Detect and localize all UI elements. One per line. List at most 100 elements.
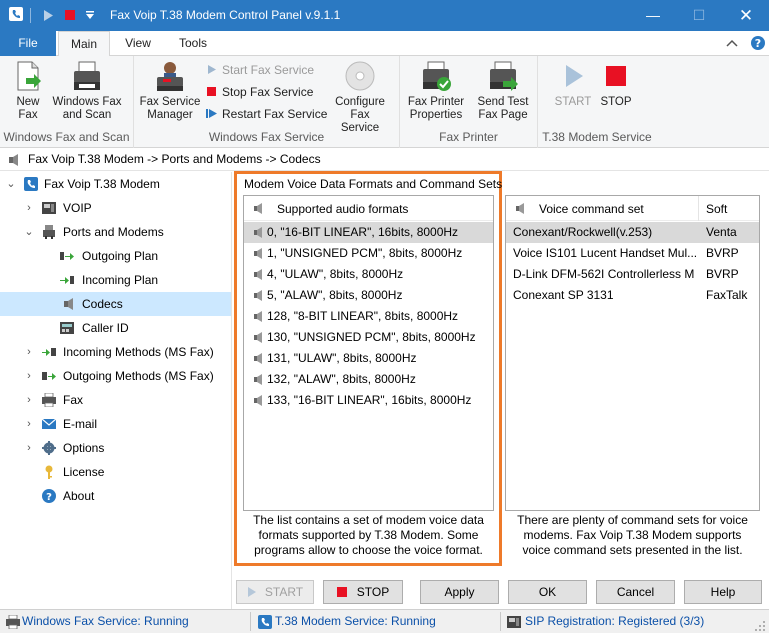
- command-sets-list[interactable]: Voice command set Soft Conexant/Rockwell…: [505, 195, 760, 511]
- help-button[interactable]: Help: [684, 580, 762, 604]
- audio-formats-header[interactable]: Supported audio formats: [244, 196, 493, 221]
- audio-formats-list[interactable]: Supported audio formats 0, "16-BIT LINEA…: [243, 195, 494, 511]
- title-bar: Fax Voip T.38 Modem Control Panel v.9.1.…: [0, 0, 769, 31]
- group-title: Modem Voice Data Formats and Command Set…: [244, 177, 503, 191]
- start-button[interactable]: START: [236, 580, 314, 604]
- tree-item-caller-id[interactable]: Caller ID: [0, 316, 232, 340]
- quick-stop-icon[interactable]: [64, 9, 76, 21]
- help-icon[interactable]: ?: [750, 35, 766, 51]
- command-sets-header[interactable]: Voice command set Soft: [506, 196, 759, 221]
- list-item[interactable]: 128, "8-BIT LINEAR", 8bits, 8000Hz: [244, 306, 493, 327]
- play-icon: [247, 587, 256, 597]
- tree-item-fax[interactable]: › Fax: [0, 388, 232, 412]
- list-item[interactable]: 4, "ULAW", 8bits, 8000Hz: [244, 264, 493, 285]
- windows-fax-scan-button[interactable]: Windows Fax and Scan: [50, 60, 124, 122]
- fax-service-manager-icon: [157, 62, 183, 91]
- quick-access-dropdown-icon[interactable]: [85, 10, 95, 20]
- tree-item-options[interactable]: › Options: [0, 436, 232, 460]
- status-t38-modem[interactable]: T.38 Modem Service: Running: [275, 614, 436, 628]
- incoming-plan-icon: [60, 276, 74, 284]
- navigation-tree: ⌄ Fax Voip T.38 Modem › VOIP ⌄ Ports and…: [0, 172, 232, 609]
- list-item[interactable]: 0, "16-BIT LINEAR", 16bits, 8000Hz: [244, 222, 493, 243]
- tree-item-codecs[interactable]: Codecs: [0, 292, 231, 316]
- tree-item-about[interactable]: ? About: [0, 484, 232, 508]
- play-icon: [208, 65, 216, 74]
- speaker-icon: [516, 203, 524, 214]
- fax-service-manager-label-2: Manager: [147, 109, 193, 121]
- fax-printer-properties-button[interactable]: Fax Printer Properties: [404, 60, 468, 122]
- key-icon: [45, 465, 53, 479]
- collapsed-chevron-icon[interactable]: ›: [24, 388, 34, 412]
- cancel-button[interactable]: Cancel: [596, 580, 675, 604]
- restart-fax-service-button[interactable]: Restart Fax Service: [206, 105, 327, 123]
- tree-item-incoming-plan[interactable]: Incoming Plan: [0, 268, 232, 292]
- collapsed-chevron-icon[interactable]: ›: [24, 340, 34, 364]
- send-test-fax-page-button[interactable]: Send Test Fax Page: [472, 60, 534, 122]
- tree-item-root[interactable]: ⌄ Fax Voip T.38 Modem: [0, 172, 232, 196]
- apply-button[interactable]: Apply: [420, 580, 499, 604]
- collapsed-chevron-icon[interactable]: ›: [24, 364, 34, 388]
- command-set-name: Conexant/Rockwell(v.253): [513, 225, 653, 239]
- app-phone-icon: [24, 177, 38, 191]
- tree-item-email[interactable]: › E-mail: [0, 412, 232, 436]
- status-sip[interactable]: SIP Registration: Registered (3/3): [525, 614, 704, 628]
- collapsed-chevron-icon[interactable]: ›: [24, 436, 34, 460]
- incoming-methods-icon: [42, 348, 56, 356]
- tree-item-license[interactable]: License: [0, 460, 232, 484]
- table-row[interactable]: D-Link DFM-562I Controllerless M BVRP: [506, 264, 759, 285]
- stop-fax-service-button[interactable]: Stop Fax Service: [206, 83, 313, 101]
- list-item-label: 133, "16-BIT LINEAR", 16bits, 8000Hz: [267, 393, 472, 407]
- list-item[interactable]: 131, "ULAW", 8bits, 8000Hz: [244, 348, 493, 369]
- modem-icon: [43, 225, 55, 239]
- collapsed-chevron-icon[interactable]: ›: [24, 412, 34, 436]
- tree-item-outgoing-methods[interactable]: › Outgoing Methods (MS Fax): [0, 364, 232, 388]
- caller-id-icon: [60, 322, 74, 334]
- table-row[interactable]: Conexant SP 3131 FaxTalk: [506, 285, 759, 306]
- quick-start-icon[interactable]: [42, 9, 54, 22]
- resize-grip-icon[interactable]: [754, 620, 766, 632]
- expanded-chevron-icon[interactable]: ⌄: [24, 220, 34, 244]
- tab-main[interactable]: Main: [58, 31, 110, 57]
- minimize-button[interactable]: —: [630, 0, 676, 31]
- list-item[interactable]: 130, "UNSIGNED PCM", 8bits, 8000Hz: [244, 327, 493, 348]
- send-test-fax-page-label-2: Fax Page: [478, 109, 528, 121]
- ok-button[interactable]: OK: [508, 580, 587, 604]
- status-bar: Windows Fax Service: Running T.38 Modem …: [0, 609, 769, 633]
- ribbon-stop-button[interactable]: STOP: [594, 60, 638, 109]
- list-item[interactable]: 133, "16-BIT LINEAR", 16bits, 8000Hz: [244, 390, 493, 411]
- list-item[interactable]: 132, "ALAW", 8bits, 8000Hz: [244, 369, 493, 390]
- tab-file[interactable]: File: [0, 31, 56, 56]
- tree-label-incoming-plan: Incoming Plan: [82, 273, 159, 287]
- tree-item-incoming-methods[interactable]: › Incoming Methods (MS Fax): [0, 340, 232, 364]
- tab-tools[interactable]: Tools: [170, 31, 216, 56]
- printer-send-icon: [490, 61, 518, 91]
- collapsed-chevron-icon[interactable]: ›: [24, 196, 34, 220]
- expanded-chevron-icon[interactable]: ⌄: [6, 172, 16, 196]
- command-set-header-label: Voice command set: [539, 202, 644, 216]
- fax-service-manager-button[interactable]: Fax Service Manager: [138, 60, 202, 122]
- question-icon: ?: [42, 489, 56, 503]
- configure-fax-service-button[interactable]: Configure Fax Service: [330, 60, 390, 135]
- collapse-ribbon-icon[interactable]: [726, 38, 738, 48]
- app-phone-icon[interactable]: [8, 6, 24, 22]
- tab-view[interactable]: View: [116, 31, 160, 56]
- start-fax-service-button[interactable]: Start Fax Service: [206, 61, 314, 79]
- tree-item-outgoing-plan[interactable]: Outgoing Plan: [0, 244, 232, 268]
- outgoing-methods-icon: [42, 372, 56, 380]
- table-row[interactable]: Conexant/Rockwell(v.253) Venta: [506, 222, 759, 243]
- maximize-button[interactable]: ☐: [676, 0, 722, 31]
- stop-button[interactable]: STOP: [323, 580, 403, 604]
- status-windows-fax[interactable]: Windows Fax Service: Running: [22, 614, 189, 628]
- list-item[interactable]: 5, "ALAW", 8bits, 8000Hz: [244, 285, 493, 306]
- close-button[interactable]: ✕: [723, 0, 769, 31]
- tree-label-voip: VOIP: [63, 201, 92, 215]
- audio-formats-description: The list contains a set of modem voice d…: [243, 513, 494, 558]
- stop-fax-service-label: Stop Fax Service: [222, 85, 314, 99]
- table-row[interactable]: Voice IS101 Lucent Handset Mul... BVRP: [506, 243, 759, 264]
- new-fax-button[interactable]: New Fax: [6, 60, 50, 122]
- tree-item-voip[interactable]: › VOIP: [0, 196, 232, 220]
- list-item[interactable]: 1, "UNSIGNED PCM", 8bits, 8000Hz: [244, 243, 493, 264]
- ribbon-start-button[interactable]: START: [552, 60, 594, 109]
- command-sets-description-line: There are plenty of command sets for voi…: [517, 513, 748, 527]
- tree-item-ports-and-modems[interactable]: ⌄ Ports and Modems: [0, 220, 232, 244]
